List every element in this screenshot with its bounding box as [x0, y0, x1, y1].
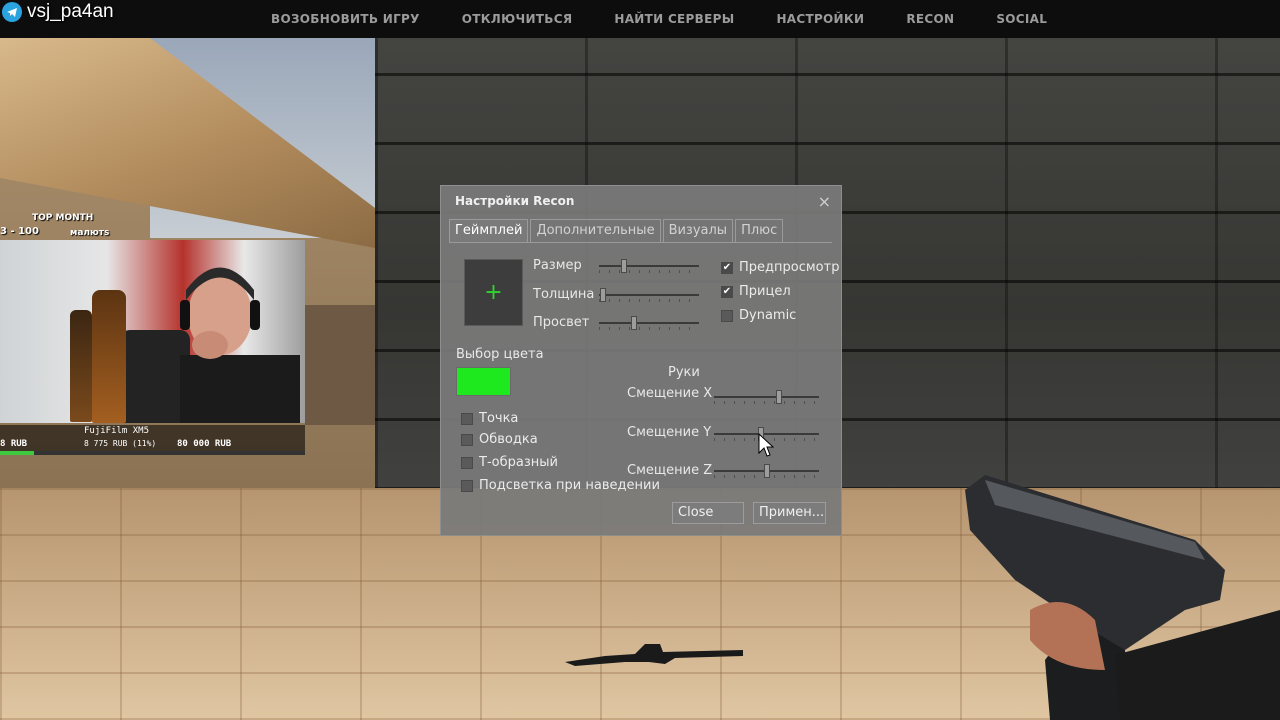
crosshair-checkbox[interactable]: ✔ Прицел: [721, 284, 791, 299]
menu-resume-game[interactable]: ВОЗОБНОВИТЬ ИГРУ: [250, 0, 441, 38]
checkbox-box[interactable]: [461, 456, 473, 469]
offset-z-label: Смещение Z: [627, 463, 713, 478]
offset-x-slider[interactable]: [714, 390, 819, 404]
goal-target: 80 000 RUB: [177, 439, 232, 449]
size-slider-thumb[interactable]: [621, 259, 627, 273]
offset-z-slider-thumb[interactable]: [763, 464, 770, 478]
tab-gameplay[interactable]: Геймплей: [449, 219, 529, 242]
size-slider[interactable]: [599, 259, 699, 273]
top-donor-amount: 3 - 100: [0, 226, 39, 237]
t-shape-checkbox[interactable]: Т-образный: [461, 455, 558, 470]
recon-settings-dialog: Настройки Recon × Геймплей Дополнительны…: [440, 185, 842, 536]
menu-recon[interactable]: RECON: [885, 0, 975, 38]
opacity-slider-thumb[interactable]: [631, 316, 637, 330]
hover-highlight-checkbox[interactable]: Подсветка при наведении: [461, 478, 660, 493]
menu-find-servers[interactable]: НАЙТИ СЕРВЕРЫ: [593, 0, 755, 38]
outline-checkbox[interactable]: Обводка: [461, 432, 538, 447]
tab-additional[interactable]: Дополнительные: [530, 219, 661, 242]
hands-label: Руки: [668, 365, 700, 380]
close-button[interactable]: Close: [672, 502, 744, 524]
checkbox-box[interactable]: [461, 433, 473, 446]
checkbox-box[interactable]: [721, 309, 733, 322]
color-pick-label: Выбор цвета: [456, 347, 544, 362]
apply-button[interactable]: Примен...: [753, 502, 826, 524]
stone-pillar: [305, 305, 375, 425]
channel-name: vsj_pa4an: [27, 1, 114, 22]
dynamic-checkbox[interactable]: Dynamic: [721, 308, 796, 323]
checkbox-box[interactable]: ✔: [721, 261, 733, 274]
thickness-slider-thumb[interactable]: [600, 288, 606, 302]
goal-progress-fill: [0, 451, 34, 455]
top-menu-bar: vsj_pa4an ВОЗОБНОВИТЬ ИГРУ ОТКЛЮЧИТЬСЯ Н…: [0, 0, 1280, 38]
size-label: Размер: [533, 258, 582, 273]
player-pistol: [965, 475, 1280, 720]
menu-disconnect[interactable]: ОТКЛЮЧИТЬСЯ: [441, 0, 594, 38]
tab-plus[interactable]: Плюс: [735, 219, 784, 242]
bottle: [70, 310, 92, 422]
goal-progress: [0, 451, 305, 455]
opacity-slider[interactable]: [599, 316, 699, 330]
mouse-cursor-icon: [758, 433, 774, 457]
webcam-feed: [0, 240, 305, 423]
checkbox-box[interactable]: [461, 479, 473, 492]
opacity-label: Просвет: [533, 315, 590, 330]
goal-title: FujiFilm XM5: [84, 426, 150, 436]
goal-current: 8 775 RUB (11%): [84, 439, 157, 448]
menu-social[interactable]: SOCIAL: [975, 0, 1068, 38]
streamer: [180, 267, 300, 423]
dot-checkbox[interactable]: Точка: [461, 411, 518, 426]
thickness-slider[interactable]: [599, 288, 699, 302]
checkbox-box[interactable]: [461, 412, 473, 425]
offset-x-slider-thumb[interactable]: [776, 390, 783, 404]
menu-settings[interactable]: НАСТРОЙКИ: [755, 0, 885, 38]
checkbox-box[interactable]: ✔: [721, 285, 733, 298]
dialog-title: Настройки Recon: [455, 194, 575, 208]
telegram-icon: [2, 2, 22, 22]
crosshair-preview: +: [464, 259, 523, 326]
goal-left-amount: 8 RUB: [0, 439, 28, 449]
offset-y-label: Смещение Y: [627, 425, 712, 440]
crosshair-icon: +: [484, 279, 503, 305]
preview-checkbox[interactable]: ✔ Предпросмотр: [721, 260, 839, 275]
offset-x-label: Смещение X: [627, 386, 713, 401]
bottle: [92, 290, 126, 423]
color-swatch[interactable]: [456, 367, 511, 396]
dialog-tabs: Геймплей Дополнительные Визуалы Плюс: [449, 219, 785, 242]
thickness-label: Толщина: [533, 287, 595, 302]
offset-z-slider[interactable]: [714, 464, 819, 478]
top-month-label: TOP MONTH: [32, 213, 94, 223]
close-icon[interactable]: ×: [818, 192, 831, 211]
dropped-rifle: [565, 644, 743, 666]
stream-channel-tag: vsj_pa4an: [2, 0, 114, 24]
main-menu: ВОЗОБНОВИТЬ ИГРУ ОТКЛЮЧИТЬСЯ НАЙТИ СЕРВЕ…: [250, 0, 1068, 38]
top-donor-name: малютs: [70, 228, 110, 238]
tab-visuals[interactable]: Визуалы: [662, 219, 734, 242]
